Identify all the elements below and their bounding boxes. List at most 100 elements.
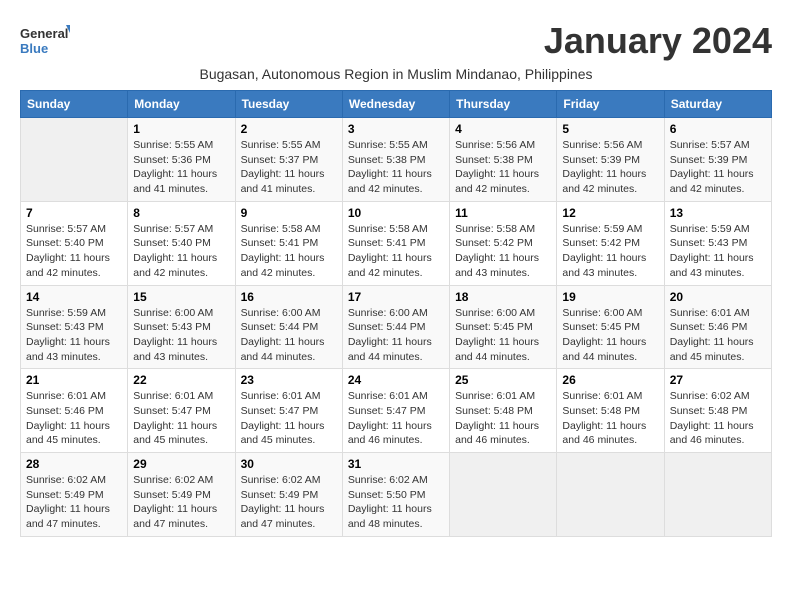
day-number: 4 bbox=[455, 122, 551, 136]
day-info: Sunrise: 6:01 AMSunset: 5:46 PMDaylight:… bbox=[26, 389, 122, 448]
day-info: Sunrise: 6:01 AMSunset: 5:47 PMDaylight:… bbox=[241, 389, 337, 448]
day-info: Sunrise: 6:02 AMSunset: 5:49 PMDaylight:… bbox=[26, 473, 122, 532]
day-header-monday: Monday bbox=[128, 91, 235, 118]
calendar-cell: 19 Sunrise: 6:00 AMSunset: 5:45 PMDayligh… bbox=[557, 285, 664, 369]
day-number: 2 bbox=[241, 122, 337, 136]
day-number: 12 bbox=[562, 206, 658, 220]
day-info: Sunrise: 6:02 AMSunset: 5:49 PMDaylight:… bbox=[133, 473, 229, 532]
day-number: 1 bbox=[133, 122, 229, 136]
day-info: Sunrise: 5:56 AMSunset: 5:38 PMDaylight:… bbox=[455, 138, 551, 197]
calendar-cell: 29 Sunrise: 6:02 AMSunset: 5:49 PMDayligh… bbox=[128, 453, 235, 537]
day-info: Sunrise: 5:59 AMSunset: 5:42 PMDaylight:… bbox=[562, 222, 658, 281]
day-info: Sunrise: 5:57 AMSunset: 5:39 PMDaylight:… bbox=[670, 138, 766, 197]
day-header-thursday: Thursday bbox=[450, 91, 557, 118]
page-header: General Blue January 2024 bbox=[20, 20, 772, 62]
calendar-cell: 20Sunrise: 6:01 AMSunset: 5:46 PMDayligh… bbox=[664, 285, 771, 369]
calendar-header-row: SundayMondayTuesdayWednesdayThursdayFrid… bbox=[21, 91, 772, 118]
calendar-cell: 12 Sunrise: 5:59 AMSunset: 5:42 PMDayligh… bbox=[557, 201, 664, 285]
calendar-cell: 23 Sunrise: 6:01 AMSunset: 5:47 PMDayligh… bbox=[235, 369, 342, 453]
calendar-cell: 1 Sunrise: 5:55 AMSunset: 5:36 PMDaylight… bbox=[128, 118, 235, 202]
calendar-week-row: 21 Sunrise: 6:01 AMSunset: 5:46 PMDayligh… bbox=[21, 369, 772, 453]
day-info: Sunrise: 6:00 AMSunset: 5:45 PMDaylight:… bbox=[562, 306, 658, 365]
calendar-cell: 30 Sunrise: 6:02 AMSunset: 5:49 PMDayligh… bbox=[235, 453, 342, 537]
day-number: 3 bbox=[348, 122, 444, 136]
day-number: 15 bbox=[133, 290, 229, 304]
calendar-week-row: 7 Sunrise: 5:57 AMSunset: 5:40 PMDaylight… bbox=[21, 201, 772, 285]
calendar-subtitle: Bugasan, Autonomous Region in Muslim Min… bbox=[20, 66, 772, 82]
day-info: Sunrise: 6:02 AMSunset: 5:49 PMDaylight:… bbox=[241, 473, 337, 532]
day-info: Sunrise: 6:01 AMSunset: 5:47 PMDaylight:… bbox=[133, 389, 229, 448]
calendar-cell: 17 Sunrise: 6:00 AMSunset: 5:44 PMDayligh… bbox=[342, 285, 449, 369]
calendar-cell: 6 Sunrise: 5:57 AMSunset: 5:39 PMDaylight… bbox=[664, 118, 771, 202]
day-info: Sunrise: 5:58 AMSunset: 5:41 PMDaylight:… bbox=[241, 222, 337, 281]
day-info: Sunrise: 5:58 AMSunset: 5:42 PMDaylight:… bbox=[455, 222, 551, 281]
day-info: Sunrise: 6:02 AMSunset: 5:50 PMDaylight:… bbox=[348, 473, 444, 532]
day-header-saturday: Saturday bbox=[664, 91, 771, 118]
day-number: 7 bbox=[26, 206, 122, 220]
logo-svg: General Blue bbox=[20, 20, 70, 60]
day-info: Sunrise: 5:59 AMSunset: 5:43 PMDaylight:… bbox=[26, 306, 122, 365]
day-header-sunday: Sunday bbox=[21, 91, 128, 118]
calendar-cell: 25 Sunrise: 6:01 AMSunset: 5:48 PMDayligh… bbox=[450, 369, 557, 453]
day-info: Sunrise: 6:00 AMSunset: 5:44 PMDaylight:… bbox=[348, 306, 444, 365]
day-number: 19 bbox=[562, 290, 658, 304]
month-title: January 2024 bbox=[544, 20, 772, 62]
day-info: Sunrise: 6:01 AMSunset: 5:48 PMDaylight:… bbox=[455, 389, 551, 448]
day-info: Sunrise: 5:58 AMSunset: 5:41 PMDaylight:… bbox=[348, 222, 444, 281]
day-number: 13 bbox=[670, 206, 766, 220]
calendar-cell bbox=[450, 453, 557, 537]
calendar-cell: 26Sunrise: 6:01 AMSunset: 5:48 PMDayligh… bbox=[557, 369, 664, 453]
day-info: Sunrise: 6:01 AMSunset: 5:47 PMDaylight:… bbox=[348, 389, 444, 448]
calendar-cell: 14Sunrise: 5:59 AMSunset: 5:43 PMDayligh… bbox=[21, 285, 128, 369]
day-info: Sunrise: 5:57 AMSunset: 5:40 PMDaylight:… bbox=[26, 222, 122, 281]
day-info: Sunrise: 6:01 AMSunset: 5:46 PMDaylight:… bbox=[670, 306, 766, 365]
day-number: 24 bbox=[348, 373, 444, 387]
svg-text:Blue: Blue bbox=[20, 41, 48, 56]
calendar-cell: 27Sunrise: 6:02 AMSunset: 5:48 PMDayligh… bbox=[664, 369, 771, 453]
day-info: Sunrise: 5:55 AMSunset: 5:36 PMDaylight:… bbox=[133, 138, 229, 197]
day-header-wednesday: Wednesday bbox=[342, 91, 449, 118]
day-number: 22 bbox=[133, 373, 229, 387]
calendar-cell bbox=[21, 118, 128, 202]
day-number: 29 bbox=[133, 457, 229, 471]
day-header-tuesday: Tuesday bbox=[235, 91, 342, 118]
day-header-friday: Friday bbox=[557, 91, 664, 118]
day-number: 10 bbox=[348, 206, 444, 220]
day-number: 30 bbox=[241, 457, 337, 471]
calendar-cell: 11 Sunrise: 5:58 AMSunset: 5:42 PMDayligh… bbox=[450, 201, 557, 285]
day-number: 17 bbox=[348, 290, 444, 304]
logo: General Blue bbox=[20, 20, 70, 60]
calendar-cell: 7 Sunrise: 5:57 AMSunset: 5:40 PMDaylight… bbox=[21, 201, 128, 285]
calendar-cell: 8Sunrise: 5:57 AMSunset: 5:40 PMDaylight… bbox=[128, 201, 235, 285]
calendar-cell: 16Sunrise: 6:00 AMSunset: 5:44 PMDayligh… bbox=[235, 285, 342, 369]
calendar-cell: 13 Sunrise: 5:59 AMSunset: 5:43 PMDayligh… bbox=[664, 201, 771, 285]
calendar-table: SundayMondayTuesdayWednesdayThursdayFrid… bbox=[20, 90, 772, 537]
calendar-cell bbox=[664, 453, 771, 537]
calendar-week-row: 14Sunrise: 5:59 AMSunset: 5:43 PMDayligh… bbox=[21, 285, 772, 369]
calendar-week-row: 28 Sunrise: 6:02 AMSunset: 5:49 PMDayligh… bbox=[21, 453, 772, 537]
day-info: Sunrise: 5:59 AMSunset: 5:43 PMDaylight:… bbox=[670, 222, 766, 281]
calendar-week-row: 1 Sunrise: 5:55 AMSunset: 5:36 PMDaylight… bbox=[21, 118, 772, 202]
day-number: 18 bbox=[455, 290, 551, 304]
day-number: 9 bbox=[241, 206, 337, 220]
calendar-cell: 3Sunrise: 5:55 AMSunset: 5:38 PMDaylight… bbox=[342, 118, 449, 202]
day-number: 11 bbox=[455, 206, 551, 220]
day-info: Sunrise: 5:57 AMSunset: 5:40 PMDaylight:… bbox=[133, 222, 229, 281]
day-number: 16 bbox=[241, 290, 337, 304]
calendar-cell: 31Sunrise: 6:02 AMSunset: 5:50 PMDayligh… bbox=[342, 453, 449, 537]
calendar-cell: 2 Sunrise: 5:55 AMSunset: 5:37 PMDaylight… bbox=[235, 118, 342, 202]
day-info: Sunrise: 5:55 AMSunset: 5:37 PMDaylight:… bbox=[241, 138, 337, 197]
calendar-cell: 28 Sunrise: 6:02 AMSunset: 5:49 PMDayligh… bbox=[21, 453, 128, 537]
day-number: 27 bbox=[670, 373, 766, 387]
calendar-cell: 9 Sunrise: 5:58 AMSunset: 5:41 PMDaylight… bbox=[235, 201, 342, 285]
day-info: Sunrise: 5:56 AMSunset: 5:39 PMDaylight:… bbox=[562, 138, 658, 197]
day-number: 21 bbox=[26, 373, 122, 387]
day-info: Sunrise: 6:00 AMSunset: 5:45 PMDaylight:… bbox=[455, 306, 551, 365]
day-number: 28 bbox=[26, 457, 122, 471]
day-number: 6 bbox=[670, 122, 766, 136]
day-number: 23 bbox=[241, 373, 337, 387]
calendar-cell: 5Sunrise: 5:56 AMSunset: 5:39 PMDaylight… bbox=[557, 118, 664, 202]
calendar-cell: 10 Sunrise: 5:58 AMSunset: 5:41 PMDayligh… bbox=[342, 201, 449, 285]
day-number: 25 bbox=[455, 373, 551, 387]
calendar-cell: 15Sunrise: 6:00 AMSunset: 5:43 PMDayligh… bbox=[128, 285, 235, 369]
